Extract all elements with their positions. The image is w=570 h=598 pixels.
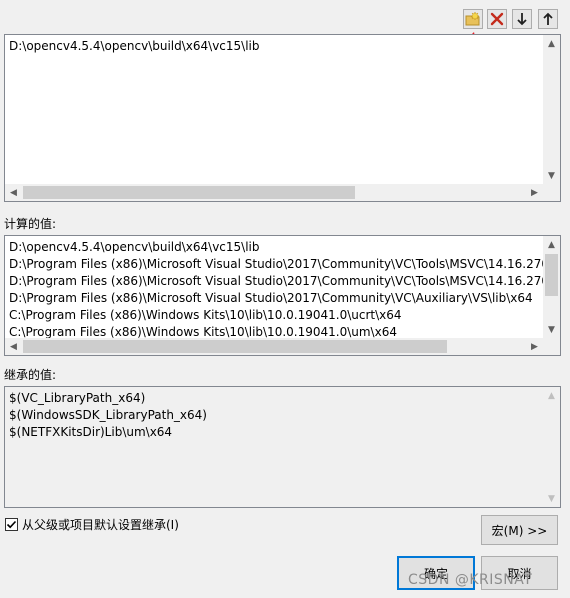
horizontal-scroll-thumb[interactable] bbox=[23, 186, 355, 199]
vertical-scroll-thumb[interactable] bbox=[545, 254, 558, 296]
evaluated-line: D:\opencv4.5.4\opencv\build\x64\vc15\lib bbox=[9, 240, 260, 254]
scroll-up-icon[interactable]: ▲ bbox=[543, 236, 560, 253]
evaluated-value-box[interactable]: D:\opencv4.5.4\opencv\build\x64\vc15\lib… bbox=[4, 235, 561, 356]
evaluated-vertical-scrollbar[interactable]: ▲ ▼ bbox=[543, 236, 560, 338]
inherit-checkbox[interactable] bbox=[5, 518, 18, 531]
arrow-up-icon bbox=[542, 12, 554, 26]
move-down-button[interactable] bbox=[512, 9, 532, 29]
inherited-values-label: 继承的值: bbox=[4, 368, 57, 382]
directory-list-vertical-scrollbar[interactable]: ▲ ▼ bbox=[543, 35, 560, 184]
macro-button[interactable]: 宏(M) >> bbox=[481, 515, 558, 545]
scroll-up-icon[interactable]: ▲ bbox=[543, 35, 560, 52]
horizontal-scroll-thumb[interactable] bbox=[23, 340, 447, 353]
checkmark-icon bbox=[6, 520, 17, 529]
directory-entry[interactable]: D:\opencv4.5.4\opencv\build\x64\vc15\lib bbox=[9, 38, 260, 55]
scroll-right-icon[interactable]: ▶ bbox=[526, 184, 543, 201]
scroll-left-icon[interactable]: ◀ bbox=[5, 184, 22, 201]
evaluated-line: C:\Program Files (x86)\Windows Kits\10\l… bbox=[9, 308, 402, 322]
scrollbar-corner bbox=[543, 338, 560, 355]
directory-list[interactable]: D:\opencv4.5.4\opencv\build\x64\vc15\lib… bbox=[4, 34, 561, 202]
inherit-checkbox-label[interactable]: 从父级或项目默认设置继承(I) bbox=[22, 518, 179, 532]
scroll-left-icon[interactable]: ◀ bbox=[5, 338, 22, 355]
inherited-line: $(VC_LibraryPath_x64) bbox=[9, 391, 146, 405]
scroll-down-icon[interactable]: ▼ bbox=[543, 167, 560, 184]
inherited-vertical-scrollbar[interactable]: ▲ ▼ bbox=[543, 387, 560, 507]
evaluated-value-label: 计算的值: bbox=[4, 217, 57, 231]
move-up-button[interactable] bbox=[538, 9, 558, 29]
scrollbar-corner bbox=[543, 184, 560, 201]
inherited-line: $(WindowsSDK_LibraryPath_x64) bbox=[9, 408, 207, 422]
watermark: CSDN @KRISNAT bbox=[408, 572, 533, 588]
delete-button[interactable] bbox=[487, 9, 507, 29]
scroll-down-icon[interactable]: ▼ bbox=[543, 490, 560, 507]
scroll-right-icon[interactable]: ▶ bbox=[526, 338, 543, 355]
directory-list-horizontal-scrollbar[interactable]: ◀ ▶ bbox=[5, 184, 543, 201]
inherited-line: $(NETFXKitsDir)Lib\um\x64 bbox=[9, 425, 173, 439]
inherited-values-box: $(VC_LibraryPath_x64) $(WindowsSDK_Libra… bbox=[4, 386, 561, 508]
scroll-up-icon[interactable]: ▲ bbox=[543, 387, 560, 404]
new-line-button[interactable] bbox=[463, 9, 483, 29]
evaluated-line: D:\Program Files (x86)\Microsoft Visual … bbox=[9, 257, 550, 271]
evaluated-line: D:\Program Files (x86)\Microsoft Visual … bbox=[9, 274, 550, 288]
arrow-down-icon bbox=[516, 12, 528, 26]
folder-new-icon bbox=[465, 11, 481, 27]
evaluated-horizontal-scrollbar[interactable]: ◀ ▶ bbox=[5, 338, 543, 355]
delete-x-icon bbox=[490, 12, 504, 26]
scroll-down-icon[interactable]: ▼ bbox=[543, 321, 560, 338]
evaluated-line: D:\Program Files (x86)\Microsoft Visual … bbox=[9, 291, 533, 305]
